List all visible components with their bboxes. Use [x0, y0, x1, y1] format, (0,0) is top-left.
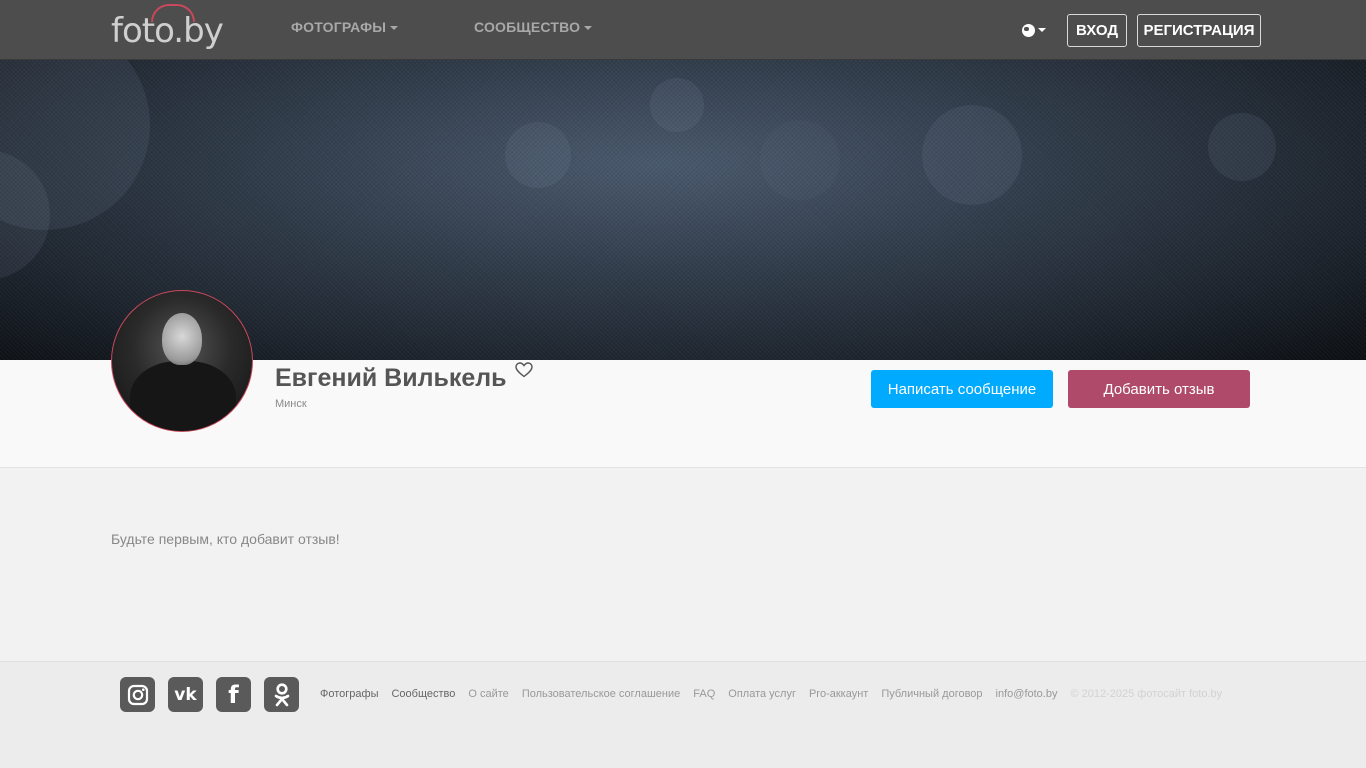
- avatar[interactable]: [111, 290, 253, 432]
- language-selector[interactable]: [1022, 20, 1048, 40]
- footer-link-faq[interactable]: FAQ: [693, 688, 715, 700]
- nav-community-label: СООБЩЕСТВО: [474, 19, 581, 35]
- site-logo[interactable]: foto.by: [111, 4, 241, 48]
- profile-name: Евгений Вилькель: [275, 364, 507, 392]
- chevron-down-icon: [1038, 28, 1046, 32]
- footer-link-payment[interactable]: Оплата услуг: [728, 688, 796, 700]
- globe-icon: [1022, 23, 1035, 37]
- empty-reviews-message: Будьте первым, кто добавит отзыв!: [111, 531, 340, 547]
- footer: [0, 661, 1366, 768]
- odnoklassniki-icon[interactable]: [264, 677, 299, 712]
- nav-photographers-label: ФОТОГРАФЫ: [291, 19, 387, 35]
- footer-links: Фотографы Сообщество О сайте Пользовател…: [320, 688, 1222, 700]
- add-review-button[interactable]: Добавить отзыв: [1068, 370, 1250, 408]
- footer-link-pro[interactable]: Pro-аккаунт: [809, 688, 868, 700]
- chevron-down-icon: [584, 26, 593, 31]
- facebook-icon[interactable]: f: [216, 677, 251, 712]
- footer-link-contract[interactable]: Публичный договор: [881, 688, 982, 700]
- logo-arc-icon: [151, 4, 195, 22]
- top-navbar: foto.by ФОТОГРАФЫ СООБЩЕСТВО ВХОД РЕГИСТ…: [0, 0, 1366, 60]
- favorite-heart-icon[interactable]: [515, 362, 533, 378]
- footer-link-about[interactable]: О сайте: [468, 688, 508, 700]
- copyright-text: © 2012-2025 фотосайт foto.by: [1070, 688, 1223, 700]
- nav-photographers[interactable]: ФОТОГРАФЫ: [291, 19, 399, 35]
- register-button[interactable]: РЕГИСТРАЦИЯ: [1137, 14, 1261, 47]
- login-button[interactable]: ВХОД: [1067, 14, 1127, 47]
- write-message-button[interactable]: Написать сообщение: [871, 370, 1053, 408]
- footer-link-terms[interactable]: Пользовательское соглашение: [522, 688, 680, 700]
- nav-community[interactable]: СООБЩЕСТВО: [474, 19, 593, 35]
- footer-link-email[interactable]: info@foto.by: [996, 688, 1058, 700]
- vk-icon[interactable]: vk: [168, 677, 203, 712]
- footer-link-community[interactable]: Сообщество: [391, 688, 455, 700]
- chevron-down-icon: [390, 26, 399, 31]
- instagram-icon[interactable]: [120, 677, 155, 712]
- footer-link-photographers[interactable]: Фотографы: [320, 688, 378, 700]
- profile-city: Минск: [275, 398, 307, 410]
